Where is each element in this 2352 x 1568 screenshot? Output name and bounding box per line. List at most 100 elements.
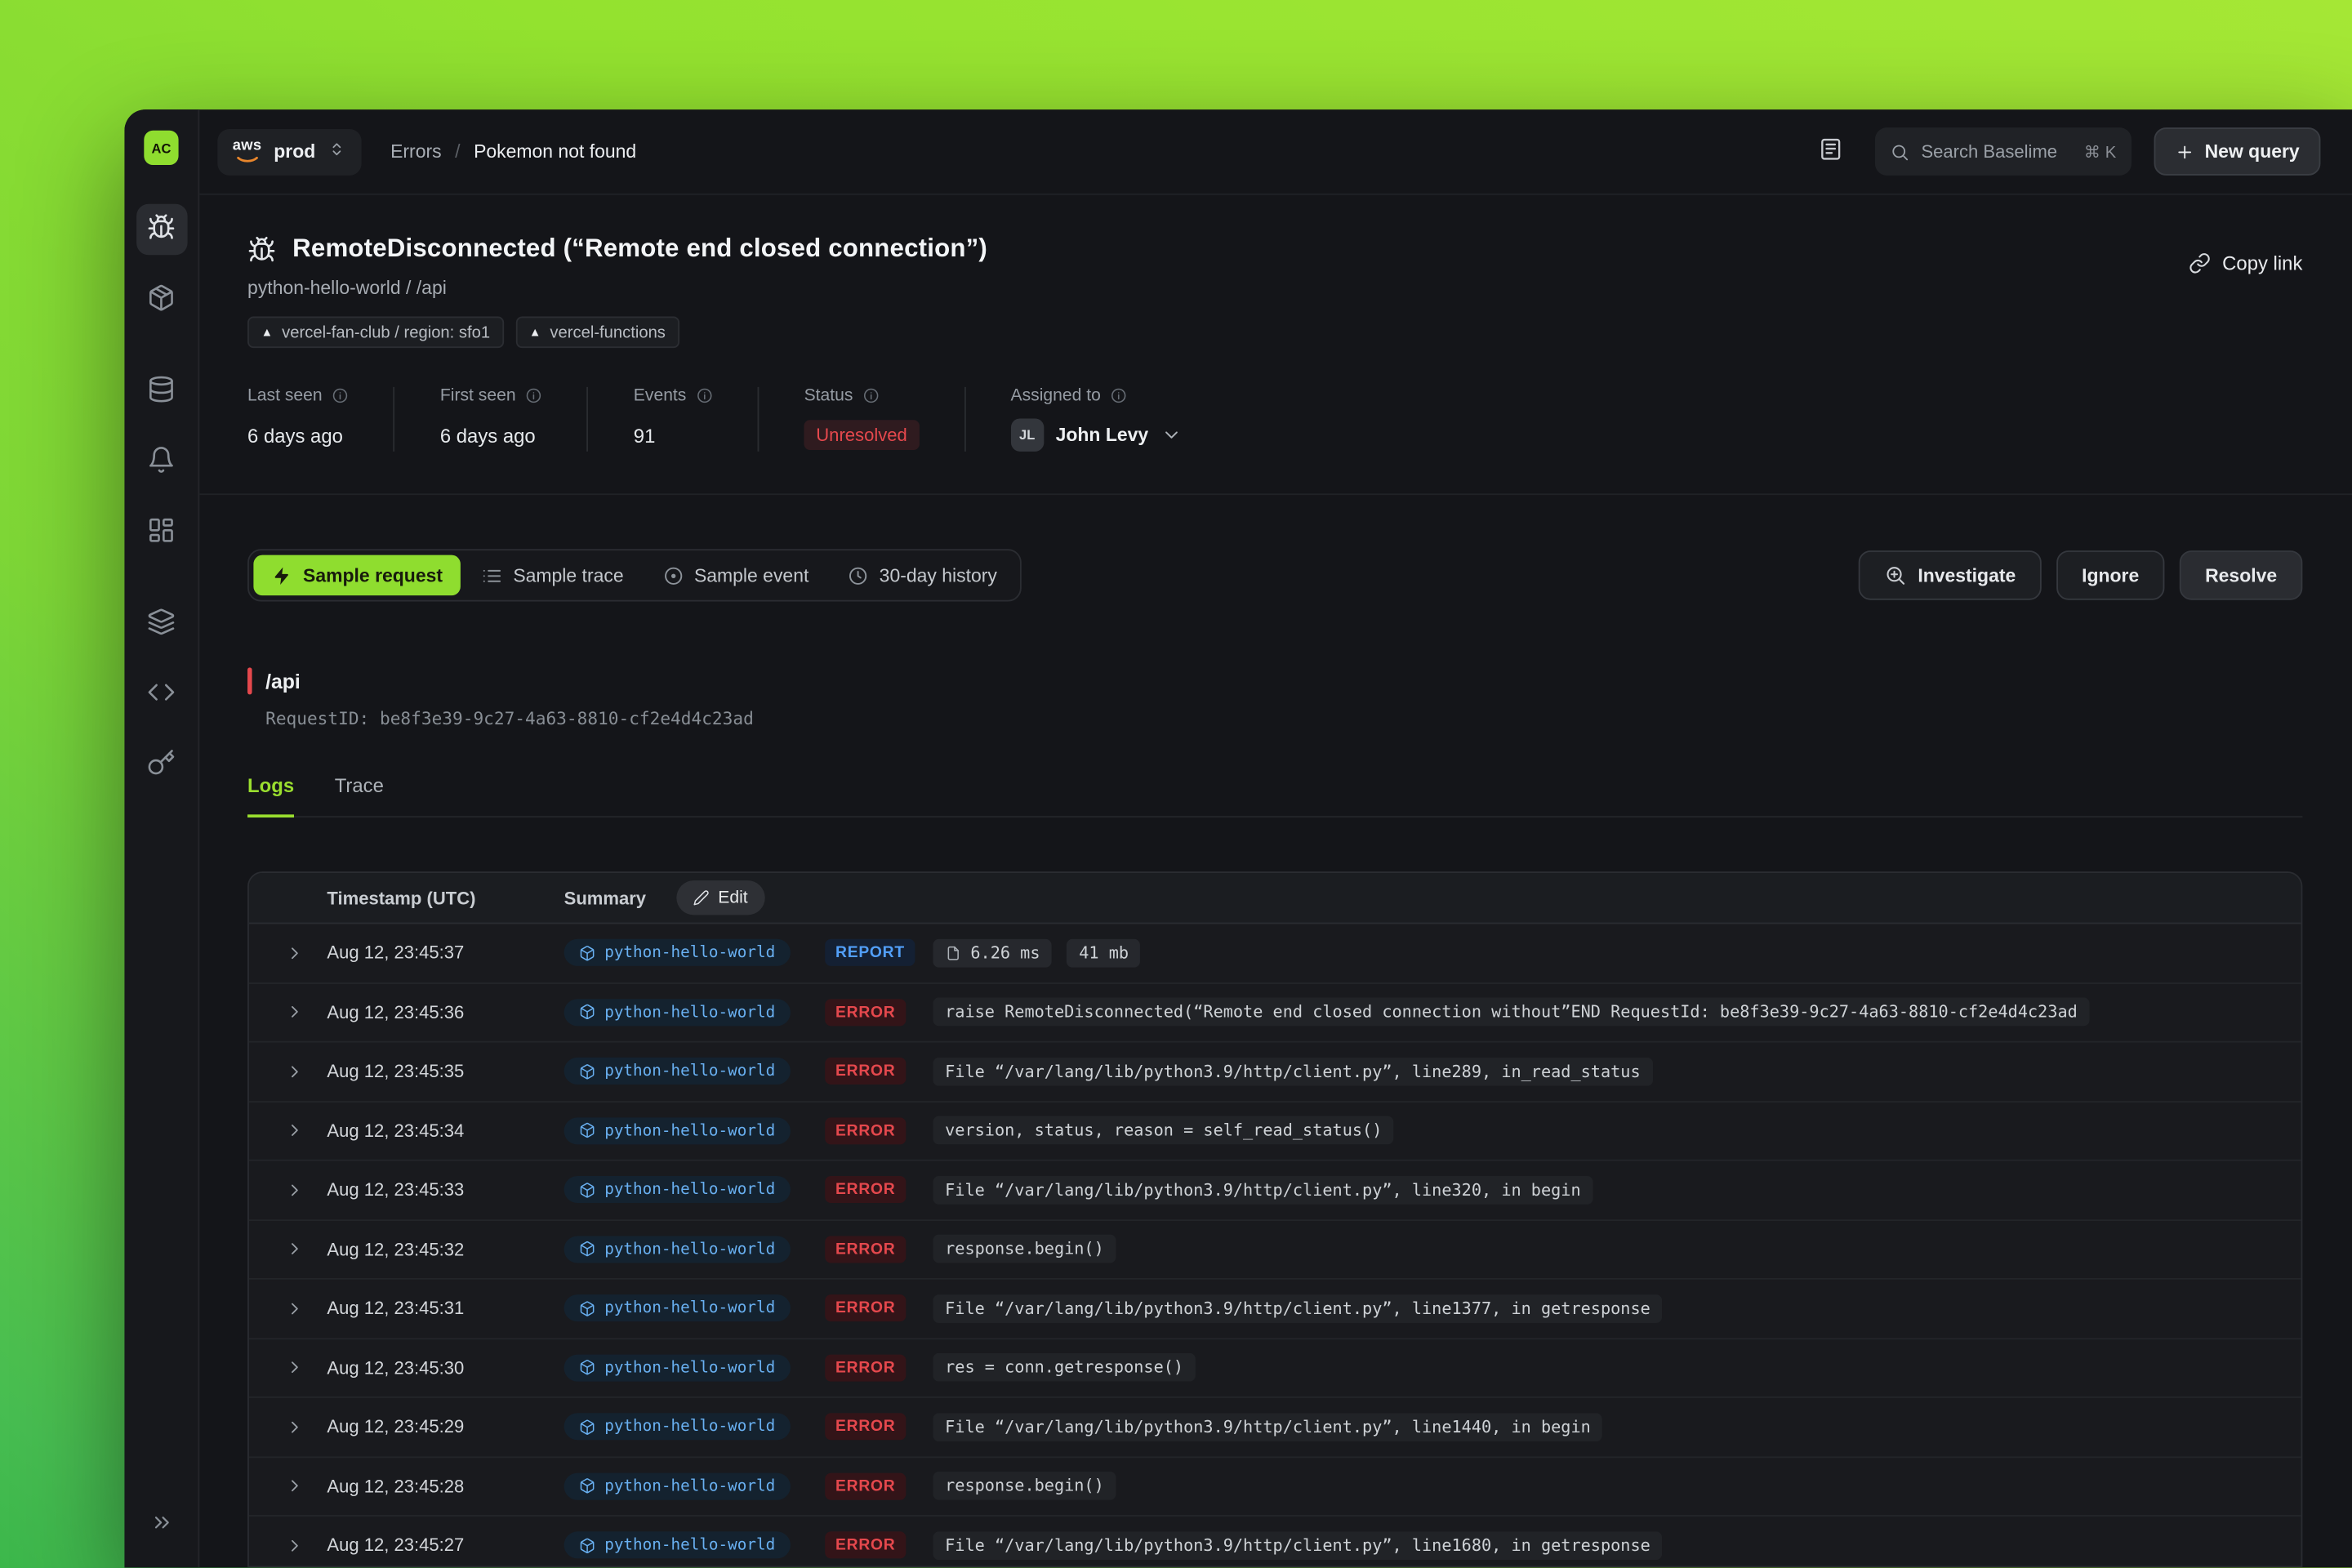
chevrons-right-icon [149,1510,173,1539]
stat-row: Last seen6 days agoFirst seen6 days agoE… [247,387,2302,452]
service-badge[interactable]: python-hello-world [564,1117,791,1144]
search-input[interactable] [1921,141,2072,163]
log-summary-cell: File “/var/lang/lib/python3.9/http/clien… [933,1176,2301,1205]
search-box[interactable]: ⌘ K [1875,127,2132,176]
new-query-button[interactable]: New query [2154,127,2320,176]
service-badge[interactable]: python-hello-world [564,1472,791,1499]
column-timestamp: Timestamp (UTC) [327,887,564,908]
log-timestamp: Aug 12, 23:45:31 [327,1298,564,1319]
sidebar-item-package[interactable] [136,274,186,325]
endpoint-row: /api [247,667,2302,694]
sidebar-item-bug[interactable] [136,204,186,255]
pencil-icon [693,889,709,906]
request-id: RequestID: be8f3e39-9c27-4a63-8810-cf2e4… [265,708,2302,729]
search-shortcut: ⌘ K [2084,142,2116,162]
log-timestamp: Aug 12, 23:45:30 [327,1357,564,1379]
sample-tab-sample-request[interactable]: Sample request [253,555,461,596]
stat-first-seen: First seen6 days ago [440,387,589,452]
assignee-avatar: JL [1010,418,1043,451]
workspace-avatar[interactable]: AC [144,131,178,165]
log-row[interactable]: Aug 12, 23:45:37python-hello-worldREPORT… [249,924,2301,983]
sidebar-item-database[interactable] [136,366,186,416]
breadcrumb-section[interactable]: Errors [390,141,442,163]
assignee-selector[interactable]: JLJohn Levy [1010,418,1181,451]
sample-tab-30-day-history[interactable]: 30-day history [830,555,1015,596]
service-badge[interactable]: python-hello-world [564,1532,791,1559]
database-icon [147,375,176,408]
stat-value-text: 91 [634,424,656,447]
notebook-button[interactable] [1811,131,1852,172]
environment-selector[interactable]: aws prod [217,128,362,175]
log-message: response.begin() [933,1472,1116,1500]
sidebar-item-code[interactable] [136,669,186,719]
sidebar-item-bell[interactable] [136,436,186,487]
log-row[interactable]: Aug 12, 23:45:35python-hello-worldERRORF… [249,1043,2301,1102]
row-expand-button[interactable] [261,1477,327,1496]
service-name: python-hello-world [604,1477,775,1495]
service-badge[interactable]: python-hello-world [564,1295,791,1322]
investigate-button[interactable]: Investigate [1858,550,2042,600]
log-row[interactable]: Aug 12, 23:45:28python-hello-worldERRORr… [249,1457,2301,1517]
service-name: python-hello-world [604,1418,775,1436]
log-timestamp: Aug 12, 23:45:35 [327,1061,564,1082]
sample-tab-sample-event[interactable]: Sample event [644,555,826,596]
issue-title: RemoteDisconnected (“Remote end closed c… [292,234,987,265]
metric-chip-label: 41 mb [1079,943,1129,963]
row-expand-button[interactable] [261,1417,327,1437]
tag-row: ▲vercel-fan-club / region: sfo1▲vercel-f… [247,317,2302,349]
log-level-badge: ERROR [825,1117,906,1144]
service-badge[interactable]: python-hello-world [564,939,791,966]
row-expand-button[interactable] [261,1358,327,1378]
key-icon [147,749,176,782]
stat-value-text: 6 days ago [440,424,536,447]
service-name: python-hello-world [604,1359,775,1377]
view-tab-trace[interactable]: Trace [335,774,384,817]
sidebar-item-dashboard[interactable] [136,507,186,558]
log-summary-cell: version, status, reason = self_read_stat… [933,1116,2301,1145]
row-expand-button[interactable] [261,1180,327,1200]
edit-columns-button[interactable]: Edit [676,880,764,915]
log-row[interactable]: Aug 12, 23:45:32python-hello-worldERRORr… [249,1220,2301,1280]
search-icon [1890,142,1909,162]
log-row[interactable]: Aug 12, 23:45:36python-hello-worldERRORr… [249,983,2301,1043]
service-badge[interactable]: python-hello-world [564,1414,791,1441]
log-row[interactable]: Aug 12, 23:45:31python-hello-worldERRORF… [249,1280,2301,1339]
view-tab-logs[interactable]: Logs [247,774,294,817]
sample-tab-sample-trace[interactable]: Sample trace [464,555,642,596]
breadcrumb-divider: / [455,141,460,163]
log-row[interactable]: Aug 12, 23:45:30python-hello-worldERRORr… [249,1339,2301,1398]
row-expand-button[interactable] [261,1062,327,1081]
service-badge[interactable]: python-hello-world [564,999,791,1026]
log-summary-cell: response.begin() [933,1472,2301,1500]
service-name: python-hello-world [604,1121,775,1139]
sidebar-collapse-button[interactable] [139,1502,184,1547]
log-level-badge: REPORT [825,939,915,966]
sidebar-item-key[interactable] [136,740,186,791]
log-row[interactable]: Aug 12, 23:45:29python-hello-worldERRORF… [249,1398,2301,1458]
resolve-button[interactable]: Resolve [2180,550,2303,600]
service-badge[interactable]: python-hello-world [564,1176,791,1203]
package-icon [147,283,176,316]
row-expand-button[interactable] [261,1535,327,1555]
row-expand-button[interactable] [261,1120,327,1140]
service-name: python-hello-world [604,1241,775,1258]
ignore-button[interactable]: Ignore [2056,550,2165,600]
log-row[interactable]: Aug 12, 23:45:34python-hello-worldERRORv… [249,1102,2301,1161]
row-expand-button[interactable] [261,1002,327,1022]
log-summary-cell: res = conn.getresponse() [933,1353,2301,1382]
log-timestamp: Aug 12, 23:45:32 [327,1239,564,1260]
log-summary-cell: response.begin() [933,1235,2301,1263]
row-expand-button[interactable] [261,1298,327,1318]
log-message: File “/var/lang/lib/python3.9/http/clien… [933,1294,1662,1323]
copy-link-button[interactable]: Copy link [2188,252,2302,275]
row-expand-button[interactable] [261,943,327,963]
service-badge[interactable]: python-hello-world [564,1354,791,1381]
row-expand-button[interactable] [261,1240,327,1259]
log-message: version, status, reason = self_read_stat… [933,1116,1394,1145]
log-row[interactable]: Aug 12, 23:45:27python-hello-worldERRORF… [249,1517,2301,1568]
service-badge[interactable]: python-hello-world [564,1236,791,1263]
log-row[interactable]: Aug 12, 23:45:33python-hello-worldERRORF… [249,1161,2301,1221]
sidebar-item-layers[interactable] [136,599,186,649]
service-badge[interactable]: python-hello-world [564,1058,791,1085]
tag-label: vercel-fan-club / region: sfo1 [282,323,490,341]
